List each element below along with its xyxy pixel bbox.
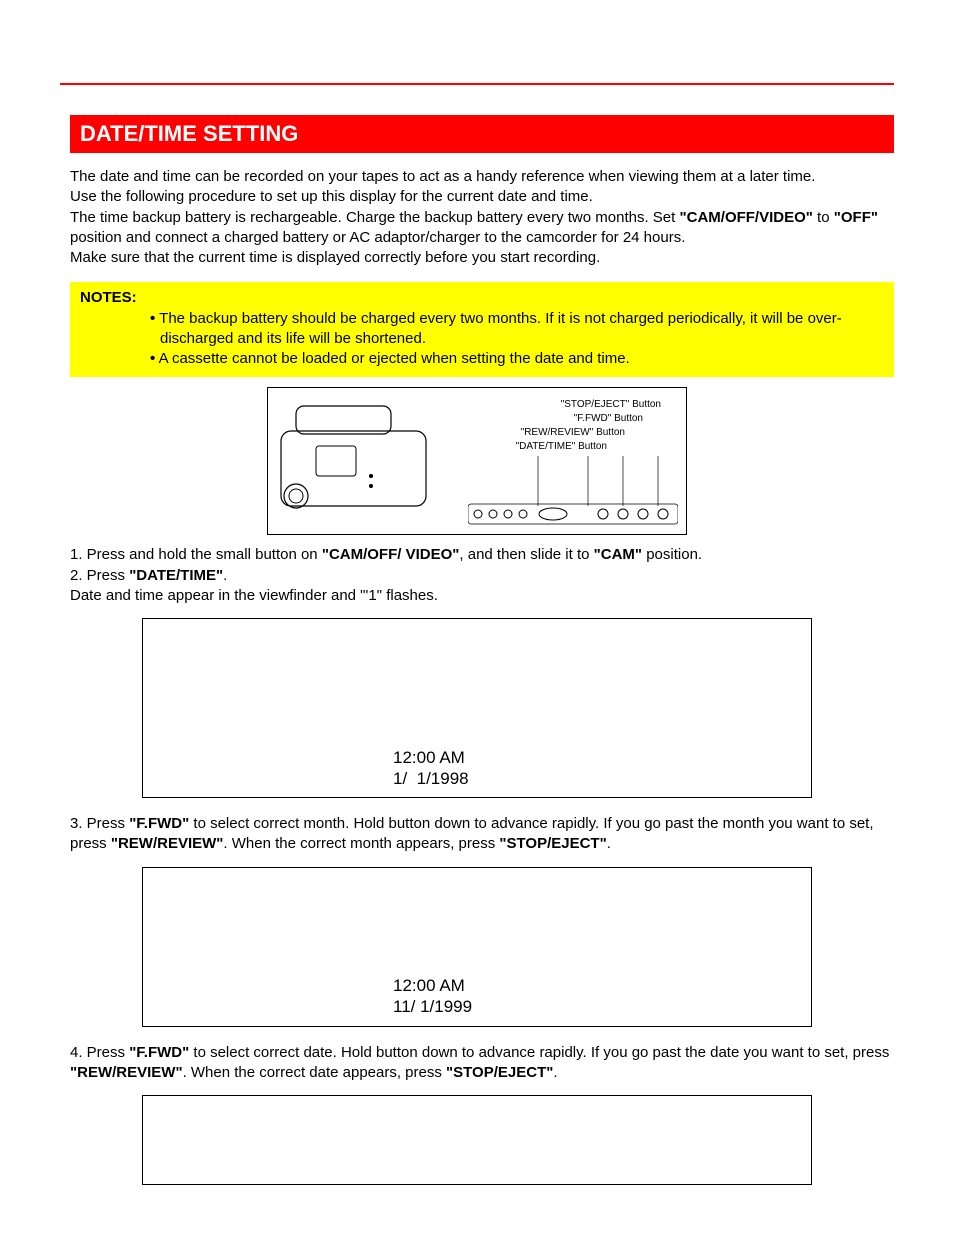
step-2: 2. Press "DATE/TIME". bbox=[70, 566, 894, 586]
viewfinder-2-text: 12:00 AM 11/ 1/1999 bbox=[393, 975, 472, 1018]
intro-line-4: Make sure that the current time is displ… bbox=[70, 248, 894, 268]
section-header: DATE/TIME SETTING bbox=[70, 115, 894, 153]
notes-title: NOTES: bbox=[80, 288, 884, 308]
viewfinder-3 bbox=[142, 1095, 812, 1185]
notes-item-1: • The backup battery should be charged e… bbox=[150, 309, 884, 350]
intro-line-3: The time backup battery is rechargeable.… bbox=[70, 208, 894, 249]
camcorder-diagram: "STOP/EJECT" Button "F.FWD" Button "REW/… bbox=[267, 387, 687, 535]
diagram-button-panel bbox=[468, 456, 678, 526]
step-1: 1. Press and hold the small button on "C… bbox=[70, 545, 894, 565]
diagram-labels: "STOP/EJECT" Button "F.FWD" Button "REW/… bbox=[516, 398, 661, 454]
intro-paragraph: The date and time can be recorded on you… bbox=[70, 167, 894, 268]
notes-item-2: • A cassette cannot be loaded or ejected… bbox=[150, 349, 884, 369]
notes-list: • The backup battery should be charged e… bbox=[80, 309, 884, 370]
label-date-time: "DATE/TIME" Button bbox=[516, 440, 661, 454]
section-title: DATE/TIME SETTING bbox=[80, 121, 298, 146]
intro-line-2: Use the following procedure to set up th… bbox=[70, 187, 894, 207]
label-ffwd: "F.FWD" Button bbox=[516, 412, 661, 426]
label-rew-review: "REW/REVIEW" Button bbox=[516, 426, 661, 440]
viewfinder-1-text: 12:00 AM 1/ 1/1998 bbox=[393, 747, 469, 790]
step-3: 3. Press "F.FWD" to select correct month… bbox=[70, 814, 894, 855]
viewfinder-2: 12:00 AM 11/ 1/1999 bbox=[142, 867, 812, 1027]
viewfinder-1: 12:00 AM 1/ 1/1998 bbox=[142, 618, 812, 798]
step-2-line-2: Date and time appear in the viewfinder a… bbox=[70, 586, 894, 606]
top-red-rule bbox=[60, 45, 894, 85]
label-stop-eject: "STOP/EJECT" Button bbox=[516, 398, 661, 412]
camcorder-illustration bbox=[276, 396, 441, 524]
intro-line-1: The date and time can be recorded on you… bbox=[70, 167, 894, 187]
step-4: 4. Press "F.FWD" to select correct date.… bbox=[70, 1043, 894, 1084]
step-1-2: 1. Press and hold the small button on "C… bbox=[70, 545, 894, 606]
notes-box: NOTES: • The backup battery should be ch… bbox=[70, 282, 894, 377]
